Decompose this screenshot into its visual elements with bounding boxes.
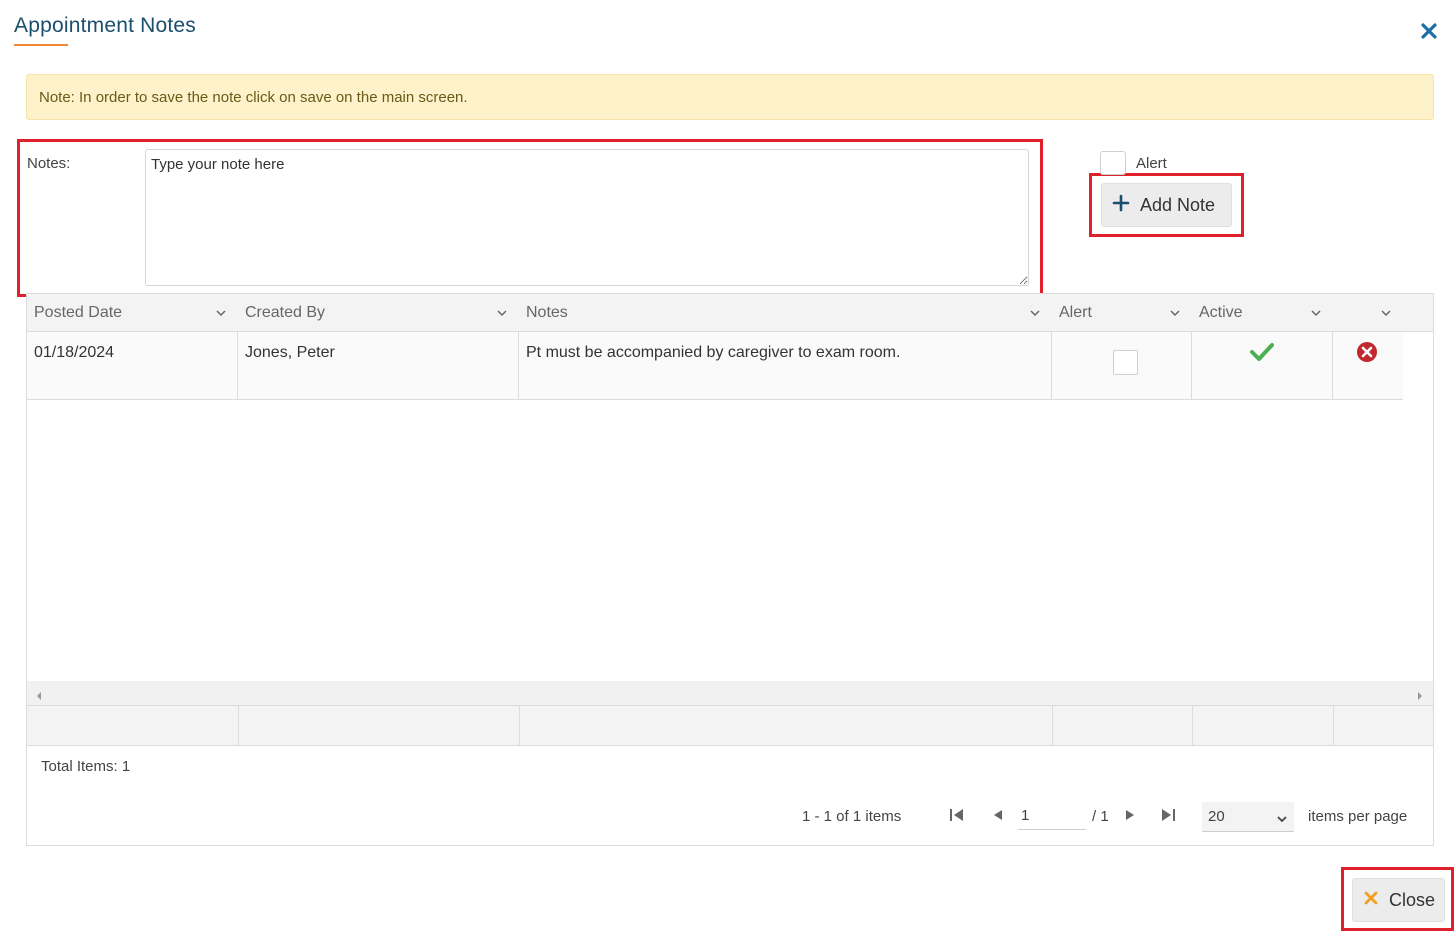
- footer-divider: [1333, 706, 1334, 746]
- first-page-icon[interactable]: [949, 807, 965, 823]
- chevron-down-icon[interactable]: [215, 306, 227, 318]
- column-header-posted-date[interactable]: Posted Date: [27, 294, 238, 332]
- footer-divider: [238, 706, 239, 746]
- title-underline: [14, 44, 68, 46]
- plus-icon: [1112, 194, 1130, 217]
- table-row[interactable]: 01/18/2024 Jones, Peter Pt must be accom…: [27, 332, 1403, 400]
- cell-actions: [1333, 332, 1403, 400]
- chevron-down-icon[interactable]: [496, 306, 508, 318]
- close-label: Close: [1389, 889, 1436, 910]
- horizontal-scrollbar[interactable]: [27, 681, 1433, 705]
- notes-textarea[interactable]: [145, 149, 1029, 286]
- grid-header: Posted Date Created By Notes Alert Activ…: [27, 294, 1433, 332]
- cell-posted-date: 01/18/2024: [27, 332, 238, 400]
- previous-page-icon[interactable]: [990, 807, 1006, 823]
- close-button[interactable]: Close: [1352, 878, 1445, 922]
- chevron-down-icon[interactable]: [1169, 306, 1181, 318]
- footer-divider: [1192, 706, 1193, 746]
- cell-notes: Pt must be accompanied by caregiver to e…: [519, 332, 1052, 400]
- close-icon[interactable]: [1418, 20, 1440, 42]
- page-total: / 1: [1092, 808, 1109, 825]
- info-banner: Note: In order to save the note click on…: [26, 74, 1434, 120]
- add-note-label: Add Note: [1140, 194, 1216, 215]
- footer-divider: [519, 706, 520, 746]
- row-alert-checkbox[interactable]: [1113, 350, 1138, 375]
- notes-grid: Posted Date Created By Notes Alert Activ…: [26, 293, 1434, 846]
- pager-summary: 1 - 1 of 1 items: [802, 808, 902, 825]
- chevron-down-icon[interactable]: [1029, 306, 1041, 318]
- column-header-notes[interactable]: Notes: [519, 294, 1052, 332]
- cell-created-by: Jones, Peter: [238, 332, 519, 400]
- check-icon: [1250, 342, 1274, 367]
- column-header-actions[interactable]: [1333, 294, 1403, 332]
- dialog-title: Appointment Notes: [14, 14, 197, 37]
- page-size-select[interactable]: 20: [1202, 802, 1294, 832]
- items-per-page-label: items per page: [1308, 808, 1408, 825]
- delete-icon[interactable]: [1356, 341, 1378, 368]
- chevron-down-icon[interactable]: [1380, 306, 1392, 318]
- alert-checkbox[interactable]: [1100, 151, 1126, 175]
- notes-label: Notes:: [27, 155, 71, 172]
- page-number-input[interactable]: [1018, 802, 1086, 830]
- footer-divider: [1052, 706, 1053, 746]
- chevron-down-icon[interactable]: [1310, 306, 1322, 318]
- scroll-right-icon[interactable]: [1416, 688, 1424, 705]
- alert-label: Alert: [1136, 155, 1167, 172]
- total-items: Total Items: 1: [41, 758, 131, 775]
- column-header-created-by[interactable]: Created By: [238, 294, 519, 332]
- cell-active: [1192, 332, 1333, 400]
- close-icon: [1363, 890, 1379, 911]
- scroll-left-icon[interactable]: [35, 688, 43, 705]
- grid-footer-row: [27, 705, 1433, 746]
- page-size-value: 20: [1208, 808, 1225, 825]
- add-note-button[interactable]: Add Note: [1101, 183, 1232, 227]
- chevron-down-icon: [1276, 812, 1288, 824]
- last-page-icon[interactable]: [1160, 807, 1176, 823]
- next-page-icon[interactable]: [1122, 807, 1138, 823]
